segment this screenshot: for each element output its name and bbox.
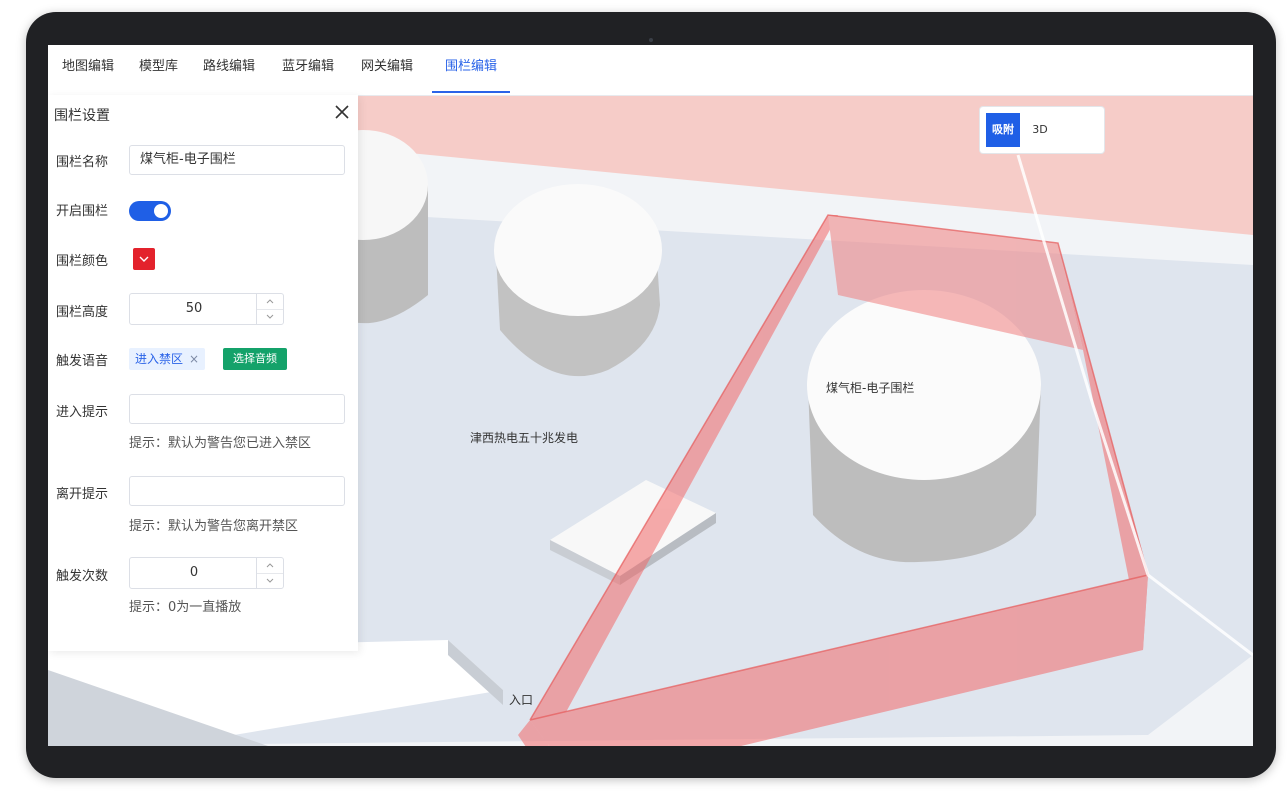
switch-knob	[154, 204, 168, 218]
leave-prompt-input[interactable]	[129, 476, 345, 506]
tank-middle	[494, 184, 662, 377]
fence-name-input[interactable]: 煤气柜-电子围栏	[129, 145, 345, 175]
chevron-down-icon	[266, 578, 274, 583]
map-label-gas-tank: 煤气柜-电子围栏	[826, 381, 915, 395]
view-mode-toggle: 吸附 3D	[980, 107, 1104, 153]
close-icon	[335, 105, 349, 119]
select-audio-button[interactable]: 选择音频	[223, 348, 287, 370]
trigger-count-stepper[interactable]: 0	[129, 557, 284, 589]
chevron-down-icon	[266, 314, 274, 319]
voice-tag-label: 进入禁区	[135, 352, 184, 366]
3d-mode-button[interactable]: 3D	[1020, 113, 1060, 147]
stepper-buttons	[256, 294, 283, 324]
fence-height-stepper[interactable]: 50	[129, 293, 284, 325]
map-label-plant: 津西热电五十兆发电	[470, 431, 579, 445]
decrement-button[interactable]	[257, 309, 283, 324]
leave-prompt-hint: 提示：默认为警告您离开禁区	[129, 519, 299, 534]
leave-prompt-label: 离开提示	[56, 487, 109, 502]
fence-enable-label: 开启围栏	[56, 204, 109, 219]
fence-height-label: 围栏高度	[56, 305, 109, 320]
fence-height-value[interactable]: 50	[130, 294, 258, 324]
close-button[interactable]	[331, 101, 353, 123]
tab-route-edit[interactable]: 路线编辑	[203, 45, 255, 91]
chevron-up-icon	[266, 563, 274, 568]
increment-button[interactable]	[257, 558, 283, 574]
fence-settings-panel: 围栏设置 围栏名称 煤气柜-电子围栏 开启围栏 围栏颜色 围栏高度 50 触发语…	[48, 95, 358, 651]
map-label-entrance: 入口	[509, 693, 534, 707]
trigger-count-label: 触发次数	[56, 569, 109, 584]
trigger-voice-label: 触发语音	[56, 354, 109, 369]
tag-close-icon[interactable]: ×	[189, 352, 199, 366]
top-nav: 地图编辑 模型库 路线编辑 蓝牙编辑 网关编辑 围栏编辑	[48, 45, 1253, 96]
fence-color-picker[interactable]	[133, 248, 155, 270]
increment-button[interactable]	[257, 294, 283, 310]
decrement-button[interactable]	[257, 573, 283, 588]
tab-gateway-edit[interactable]: 网关编辑	[361, 45, 413, 91]
tab-fence-edit[interactable]: 围栏编辑	[432, 45, 510, 93]
chevron-up-icon	[266, 299, 274, 304]
fence-enable-switch[interactable]	[129, 201, 171, 221]
snap-mode-button[interactable]: 吸附	[986, 113, 1020, 147]
tab-map-edit[interactable]: 地图编辑	[62, 45, 114, 91]
camera-dot	[649, 38, 653, 42]
enter-prompt-input[interactable]	[129, 394, 345, 424]
trigger-count-value[interactable]: 0	[130, 558, 258, 588]
enter-prompt-label: 进入提示	[56, 405, 109, 420]
stepper-buttons	[256, 558, 283, 588]
app-screen: 地图编辑 模型库 路线编辑 蓝牙编辑 网关编辑 围栏编辑 煤气柜-电子围栏 津西…	[48, 45, 1253, 746]
voice-tag: 进入禁区 ×	[129, 348, 206, 370]
chevron-down-icon	[139, 256, 149, 262]
enter-prompt-hint: 提示：默认为警告您已进入禁区	[129, 436, 312, 451]
tab-bluetooth-edit[interactable]: 蓝牙编辑	[282, 45, 334, 91]
fence-name-label: 围栏名称	[56, 155, 109, 170]
fence-color-label: 围栏颜色	[56, 254, 109, 269]
tab-model-library[interactable]: 模型库	[139, 45, 178, 91]
panel-title: 围栏设置	[54, 108, 110, 124]
trigger-count-hint: 提示：0为一直播放	[129, 600, 242, 615]
